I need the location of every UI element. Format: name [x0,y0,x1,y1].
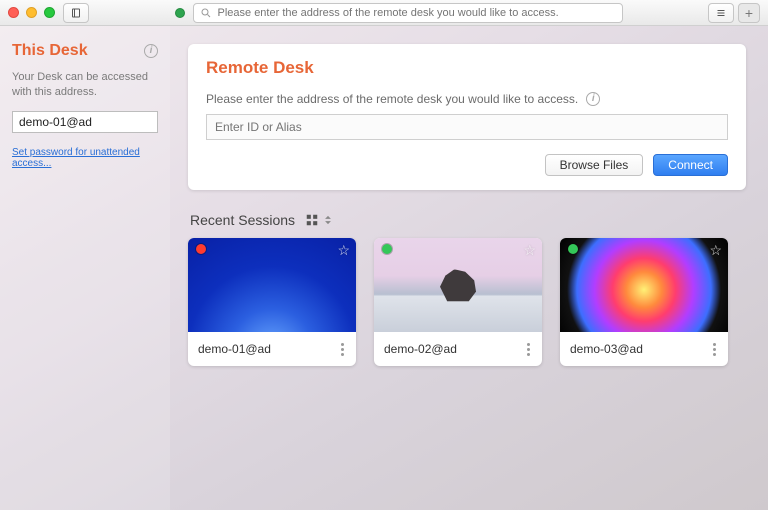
sidebar: This Desk i Your Desk can be accessed wi… [0,26,170,510]
session-menu-button[interactable] [339,343,346,356]
info-icon[interactable]: i [586,92,600,106]
this-desk-address-field[interactable] [12,111,158,133]
recent-sessions-title: Recent Sessions [190,212,295,228]
session-card[interactable]: ☆ demo-03@ad [560,238,728,366]
content: Remote Desk Please enter the address of … [170,26,768,510]
this-desk-description: Your Desk can be accessed with this addr… [12,70,158,101]
main-area: This Desk i Your Desk can be accessed wi… [0,26,768,510]
menu-button[interactable] [708,3,734,23]
session-label: demo-03@ad [570,342,643,356]
session-status-icon [382,244,392,254]
close-window-button[interactable] [8,7,19,18]
browse-files-label: Browse Files [560,158,629,172]
session-menu-button[interactable] [525,343,532,356]
session-status-icon [568,244,578,254]
remote-desk-card: Remote Desk Please enter the address of … [188,44,746,190]
session-menu-button[interactable] [711,343,718,356]
address-search-input[interactable] [218,7,616,19]
this-desk-title: This Desk [12,42,88,60]
titlebar-center [97,3,700,23]
session-card[interactable]: ☆ demo-02@ad [374,238,542,366]
address-book-button[interactable] [63,3,89,23]
window-controls [8,7,55,18]
remote-desk-description: Please enter the address of the remote d… [206,92,578,106]
info-icon[interactable]: i [144,44,158,58]
titlebar-right: + [708,3,760,23]
favorite-star-icon[interactable]: ☆ [337,242,350,259]
zoom-window-button[interactable] [44,7,55,18]
view-toggle[interactable] [305,213,335,227]
search-icon [200,7,212,19]
set-password-link[interactable]: Set password for unattended access... [12,147,158,169]
session-label: demo-02@ad [384,342,457,356]
connect-button[interactable]: Connect [653,154,728,176]
session-label: demo-01@ad [198,342,271,356]
session-card[interactable]: ☆ demo-01@ad [188,238,356,366]
sort-icon [321,213,335,227]
minimize-window-button[interactable] [26,7,37,18]
recent-sessions-grid: ☆ demo-01@ad ☆ demo-02@ad [188,238,746,366]
browse-files-button[interactable]: Browse Files [545,154,644,176]
favorite-star-icon[interactable]: ☆ [523,242,536,259]
grid-view-icon [305,213,319,227]
new-tab-button[interactable]: + [738,3,760,23]
titlebar: + [0,0,768,26]
address-search-field[interactable] [193,3,623,23]
session-thumbnail: ☆ [188,238,356,332]
remote-desk-title: Remote Desk [206,58,728,78]
session-thumbnail: ☆ [560,238,728,332]
address-book-icon [70,7,82,19]
remote-address-input[interactable] [206,114,728,140]
favorite-star-icon[interactable]: ☆ [709,242,722,259]
recent-sessions-header: Recent Sessions [190,212,746,228]
hamburger-icon [715,7,727,19]
connect-label: Connect [668,158,713,172]
plus-icon: + [745,5,753,21]
session-status-icon [196,244,206,254]
connection-status-icon [175,8,185,18]
session-thumbnail: ☆ [374,238,542,332]
